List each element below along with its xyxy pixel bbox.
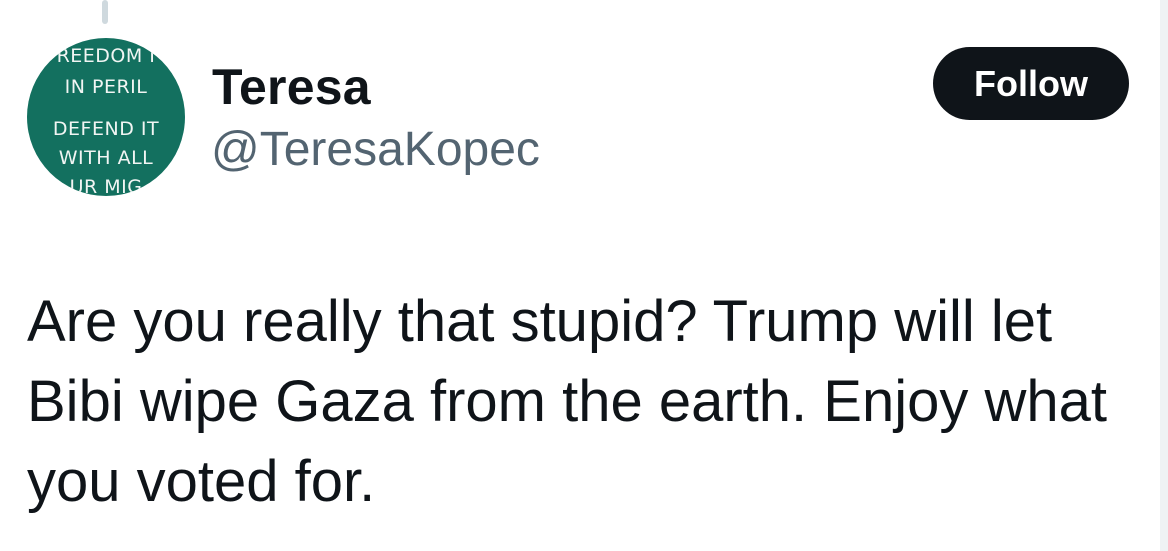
avatar-text-line: WITH ALL (58, 147, 154, 169)
author-display-name[interactable]: Teresa (212, 58, 371, 116)
avatar-text-line: IN PERIL (64, 76, 148, 98)
tweet-text: Are you really that stupid? Trump will l… (27, 282, 1157, 522)
avatar-text-line: UR MIG (69, 176, 143, 196)
avatar-text-line: REEDOM I (56, 45, 156, 67)
author-handle[interactable]: @TeresaKopec (211, 122, 540, 178)
tweet-text-line: Bibi wipe Gaza from the earth. Enjoy wha… (27, 369, 1107, 434)
follow-button[interactable]: Follow (933, 47, 1129, 120)
avatar[interactable]: REEDOM I IN PERIL DEFEND IT WITH ALL UR … (27, 38, 185, 196)
tweet-text-line: you voted for. (27, 449, 376, 514)
avatar-text-line: DEFEND IT (52, 118, 160, 140)
scrollbar-track[interactable] (1160, 0, 1168, 551)
tweet-text-line: Are you really that stupid? Trump will l… (27, 289, 1053, 354)
thread-connector-line (102, 0, 108, 24)
